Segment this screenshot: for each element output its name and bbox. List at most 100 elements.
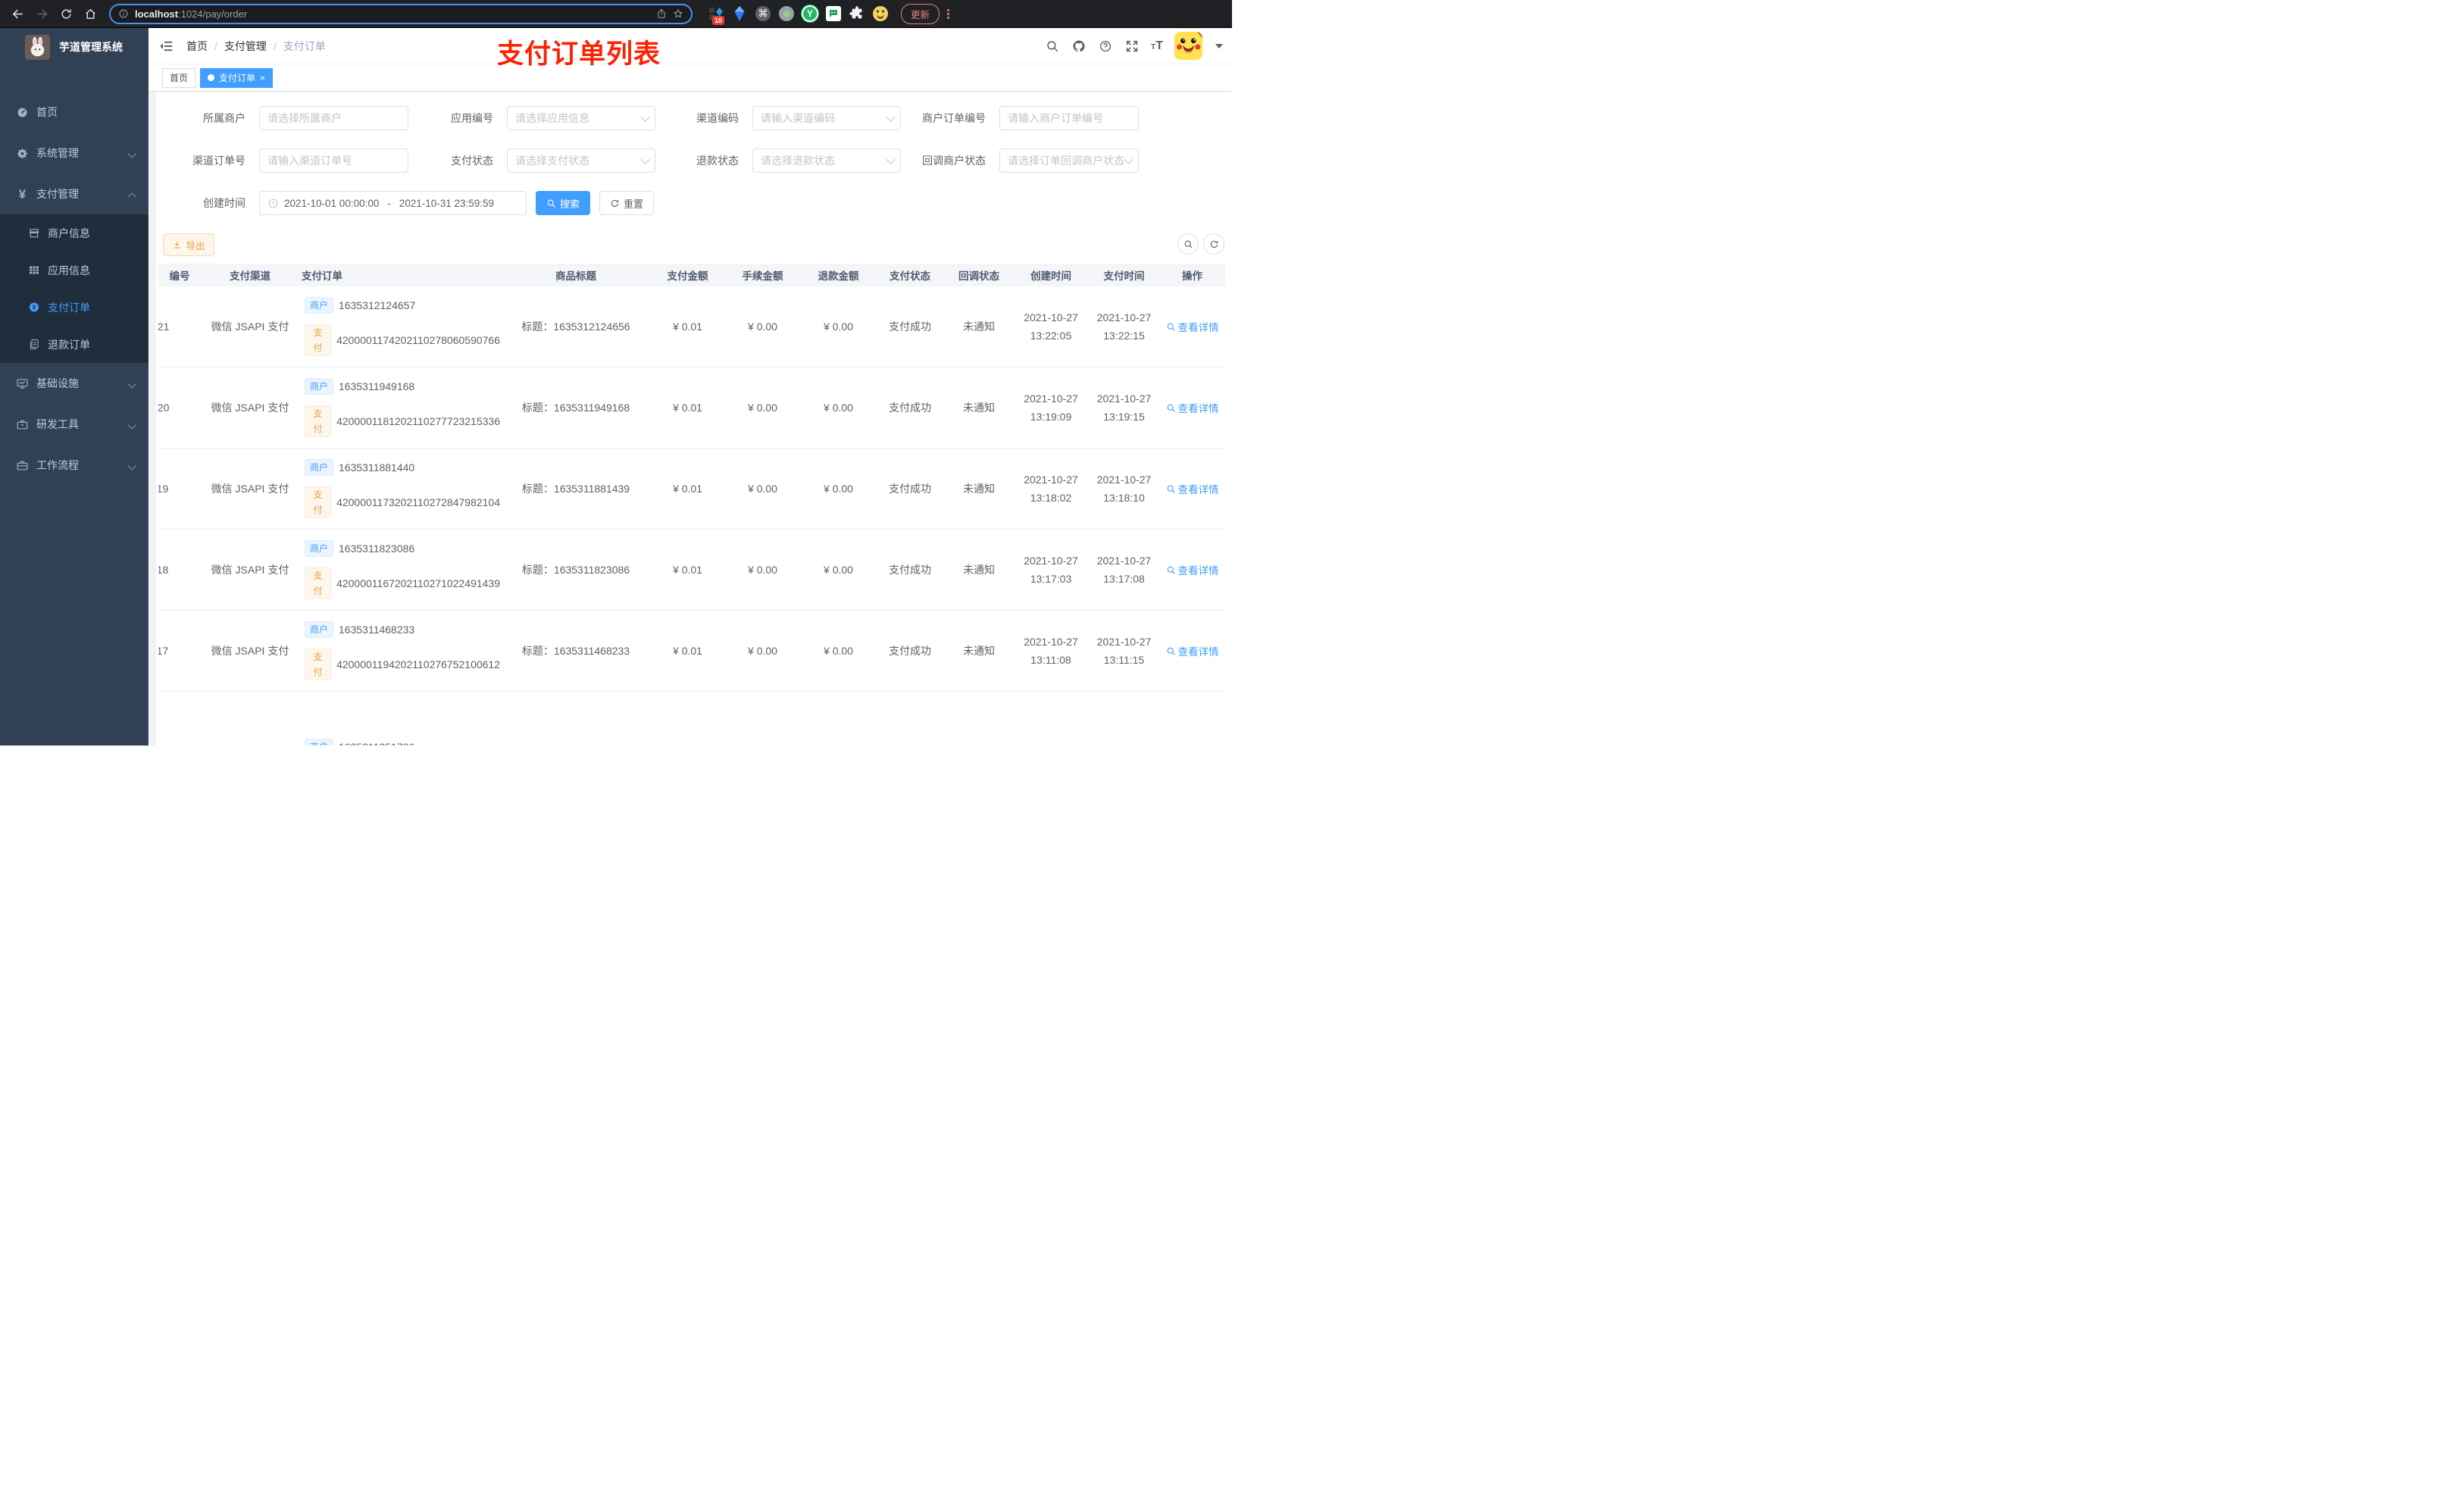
placeholder-text: 请选择退款状态 — [761, 155, 835, 167]
column-header: 创建时间 — [1030, 270, 1071, 282]
view-detail-link[interactable]: 查看详情 — [1166, 319, 1219, 334]
sidebar-item-refund-order[interactable]: 退款订单 — [0, 326, 149, 363]
toggle-search-button[interactable] — [1177, 233, 1199, 255]
extension-y-icon[interactable]: Y — [802, 5, 818, 22]
filter-input-merchant[interactable]: 请选择所属商户 — [259, 106, 408, 130]
filter-label-channel-code: 渠道编码 — [696, 112, 739, 124]
filter-input-channel-order-no[interactable]: 请输入渠道订单号 — [259, 148, 408, 173]
create-time-range-picker[interactable]: 2021-10-01 00:00:00-2021-10-31 23:59:59 — [259, 191, 527, 215]
cell-amount: ¥ 0.01 — [673, 320, 702, 333]
forward-icon[interactable] — [32, 4, 52, 23]
fullscreen-icon[interactable] — [1124, 39, 1140, 54]
pay-tag: 支付 — [305, 486, 332, 518]
sidebar-item-label: 商户信息 — [48, 227, 90, 239]
extension-pinned-icon[interactable]: 10 — [708, 5, 725, 25]
sidebar-item-pay[interactable]: ¥ 支付管理 — [0, 173, 149, 214]
refresh-table-button[interactable] — [1203, 233, 1224, 255]
view-detail-link[interactable]: 查看详情 — [1166, 400, 1219, 415]
tab-支付订单[interactable]: 支付订单 × — [200, 67, 274, 88]
help-icon[interactable] — [1098, 39, 1113, 54]
filter-select-app-no[interactable]: 请选择应用信息 — [507, 106, 655, 130]
extension-command-icon[interactable]: ⌘ — [755, 5, 771, 22]
download-icon — [174, 241, 180, 248]
filter-input-merchant-order-no[interactable]: 请输入商户订单编号 — [999, 106, 1139, 130]
export-button[interactable]: 导出 — [163, 233, 214, 256]
view-detail-link[interactable]: 查看详情 — [1166, 562, 1219, 577]
extension-kite-icon[interactable] — [731, 5, 748, 22]
back-icon[interactable] — [8, 4, 27, 23]
chevron-down-icon — [886, 111, 896, 122]
filter-select-channel-code[interactable]: 请输入渠道编码 — [752, 106, 901, 130]
chrome-update-button[interactable]: 更新 — [901, 3, 950, 24]
extension-puzzle-icon[interactable] — [849, 5, 865, 22]
filter-select-notify-status[interactable]: 请选择订单回调商户状态 — [999, 148, 1139, 173]
table-toolbar: 导出 — [158, 233, 1232, 256]
sidebar-item-pay-order[interactable]: ¥ 支付订单 — [0, 289, 149, 326]
cell-channel: 微信 JSAPI 支付 — [211, 320, 289, 333]
filter-label-channel-order-no: 渠道订单号 — [192, 155, 245, 167]
view-detail-link[interactable]: 查看详情 — [1166, 643, 1219, 658]
avatar[interactable] — [1174, 32, 1202, 60]
menu-fold-icon[interactable] — [159, 39, 174, 54]
filter-label-merchant-order-no: 商户订单编号 — [922, 112, 986, 124]
avatar-caret-icon[interactable] — [1215, 43, 1223, 48]
pay-order-no: 4200001174202110278060590766 — [336, 334, 500, 346]
browser-menu-icon[interactable] — [946, 8, 950, 19]
yen-icon: ¥ — [18, 186, 27, 202]
sidebar-item-dev-tools[interactable]: 研发工具 — [0, 404, 149, 445]
cell-pay-order: 商户 1635311823086 支付 42000011672021102710224… — [295, 530, 500, 610]
sidebar-item-workflow[interactable]: 工作流程 — [0, 445, 149, 486]
tab-label: 支付订单 — [219, 73, 256, 83]
cell-notify-status: 未通知 — [963, 564, 995, 576]
merchant-tag: 商户 — [305, 378, 334, 395]
home-icon[interactable] — [80, 4, 100, 23]
extension-emoji-icon[interactable] — [872, 5, 889, 22]
site-info-icon[interactable] — [118, 8, 129, 19]
cell-amount: ¥ 0.01 — [673, 645, 702, 657]
cell-pay-time: 2021-10-27 13:22:15 — [1096, 311, 1152, 342]
app-logo[interactable]: 芋道管理系统 — [0, 28, 149, 66]
page-content: 所属商户 请选择所属商户 应用编号 请选择应用信息 渠道编码 请输入渠道编码 商户订单编号请… — [149, 92, 1232, 746]
chevron-down-icon — [129, 420, 136, 428]
merchant-order-line: 商户 1635311351736 — [305, 739, 414, 746]
cell-refund: ¥ 0.00 — [824, 645, 853, 657]
filter-select-pay-status[interactable]: 请选择支付状态 — [507, 148, 655, 173]
filter-label-create-time: 创建时间 — [203, 197, 245, 209]
address-bar[interactable]: localhost:1024/pay/order — [109, 3, 693, 24]
sidebar-item-home[interactable]: 首页 — [0, 92, 149, 133]
merchant-tag: 商户 — [305, 459, 334, 476]
date-start-value: 2021-10-01 00:00:00 — [284, 197, 380, 209]
sidebar-item-merchant-info[interactable]: 商户信息 — [0, 214, 149, 252]
tab-首页[interactable]: 首页 — [162, 67, 196, 88]
merchant-order-line: 商户 1635312124657 — [305, 297, 415, 314]
placeholder-text: 请选择应用信息 — [515, 112, 589, 124]
close-icon[interactable]: × — [260, 73, 265, 83]
breadcrumb-item[interactable]: 支付管理 — [224, 39, 267, 54]
view-detail-link[interactable]: 查看详情 — [1166, 481, 1219, 496]
sidebar-item-label: 退款订单 — [48, 338, 90, 351]
github-icon[interactable] — [1071, 39, 1087, 54]
sidebar-item-infra[interactable]: 基础设施 — [0, 363, 149, 404]
bookmark-star-icon[interactable] — [673, 8, 683, 19]
update-label[interactable]: 更新 — [901, 3, 940, 24]
breadcrumb-separator: / — [273, 39, 277, 52]
cell-refund: ¥ 0.00 — [824, 483, 853, 495]
dashboard-icon — [16, 106, 29, 119]
date-range-separator: - — [387, 197, 391, 209]
sidebar-item-system[interactable]: 系统管理 — [0, 133, 149, 173]
reload-icon[interactable] — [56, 4, 76, 23]
breadcrumb-item[interactable]: 首页 — [186, 39, 208, 54]
share-icon[interactable] — [656, 8, 667, 19]
placeholder-text: 请选择支付状态 — [515, 155, 589, 167]
cell-id: 117 — [158, 645, 169, 657]
extension-chat-icon[interactable] — [825, 5, 842, 22]
search-button[interactable]: 搜索 — [536, 191, 590, 215]
font-size-icon[interactable]: TT — [1151, 39, 1163, 52]
sidebar-item-app-info[interactable]: 应用信息 — [0, 252, 149, 289]
search-icon[interactable] — [1045, 39, 1060, 54]
reset-button[interactable]: 重置 — [599, 191, 654, 215]
cell-refund: ¥ 0.00 — [824, 320, 853, 333]
filter-label-app-no: 应用编号 — [451, 112, 493, 124]
filter-select-refund-status[interactable]: 请选择退款状态 — [752, 148, 901, 173]
extension-record-icon[interactable] — [778, 5, 795, 22]
